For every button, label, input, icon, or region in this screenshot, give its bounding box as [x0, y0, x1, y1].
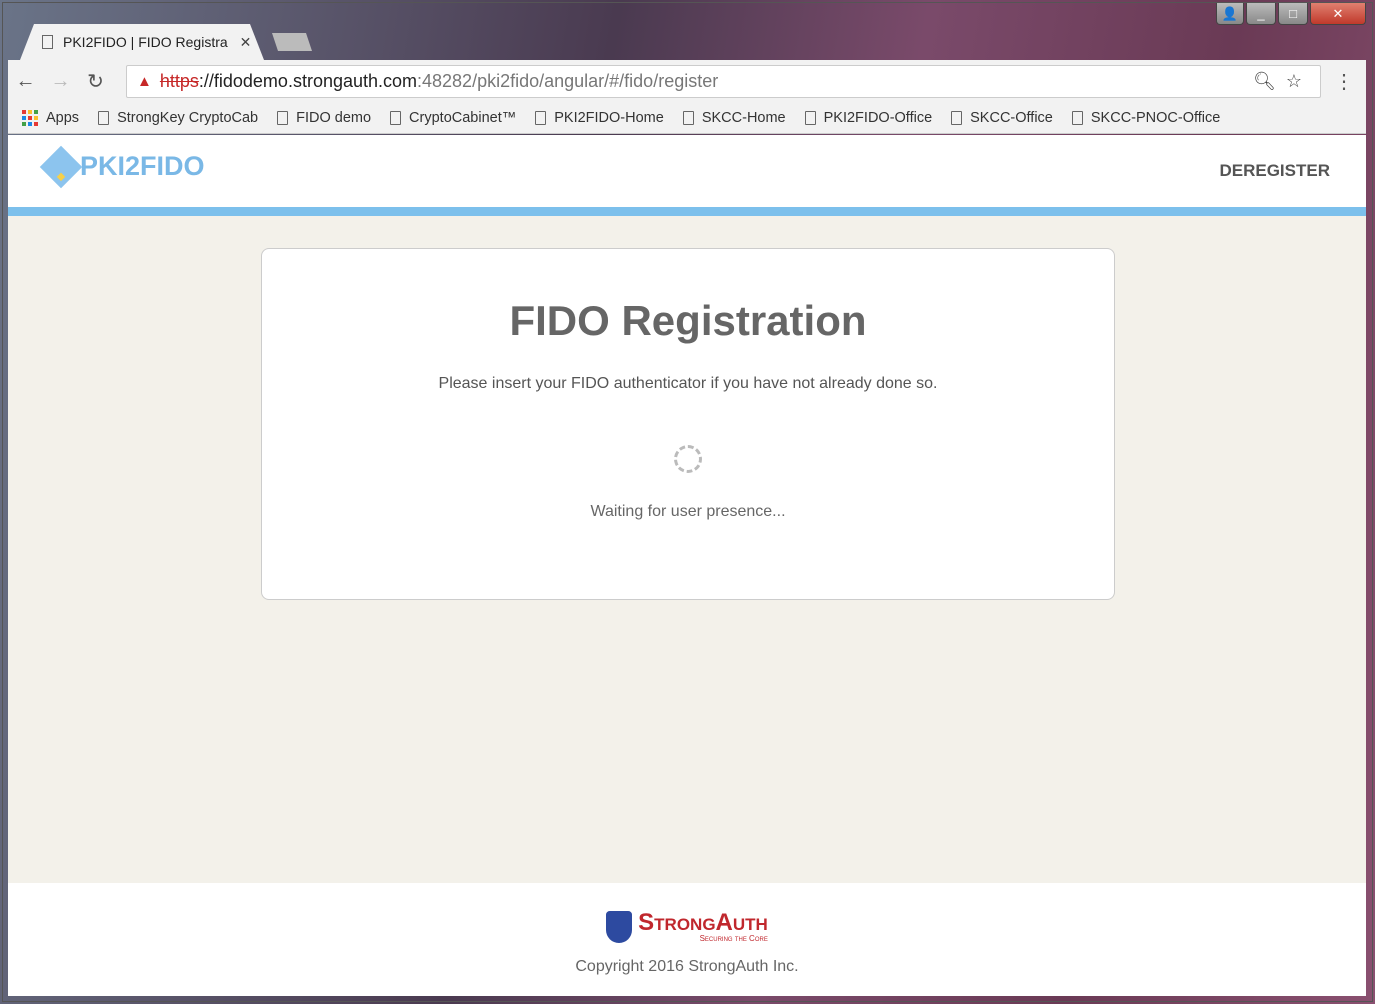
page-icon — [98, 110, 110, 125]
warning-icon: ▲ — [137, 73, 152, 90]
star-icon[interactable]: ☆ — [1286, 71, 1312, 91]
bookmark-item[interactable]: CryptoCabinet™ — [390, 110, 516, 126]
zoom-icon[interactable]: 🔍︎ — [1253, 71, 1286, 91]
chip-icon — [39, 145, 83, 188]
minimize-button[interactable]: _ — [1246, 3, 1276, 25]
window-controls: 👤 _ □ ✕ — [1216, 3, 1366, 25]
strongauth-logo: StrongAuth Securing the Core — [606, 911, 768, 943]
page-title: FIDO Registration — [509, 297, 867, 344]
deregister-link[interactable]: DEREGISTER — [1219, 161, 1330, 181]
logo-text: StrongAuth — [638, 909, 768, 936]
bookmark-item[interactable]: PKI2FIDO-Office — [804, 109, 933, 126]
tab-title: PKI2FIDO | FIDO Registra — [63, 34, 228, 50]
accent-bar — [8, 207, 1366, 216]
maximize-button[interactable]: □ — [1278, 3, 1308, 25]
user-icon[interactable]: 👤 — [1216, 3, 1244, 25]
logo-text: PKI2FIDO — [80, 151, 205, 181]
page-icon — [804, 110, 816, 125]
forward-button[interactable]: → — [43, 70, 78, 93]
pki2fido-logo[interactable]: PKI2FIDO — [39, 145, 205, 188]
url-host: ://fidodemo.strongauth.com — [198, 71, 418, 91]
bookmark-label: SKCC-Office — [970, 109, 1053, 126]
web-page: PKI2FIDO DEREGISTER FIDO Registration Pl… — [8, 135, 1366, 996]
page-icon — [535, 110, 547, 125]
url-scheme: https — [159, 71, 199, 91]
bookmark-label: PKI2FIDO-Office — [823, 109, 933, 126]
page-icon — [277, 110, 289, 125]
status-text: Waiting for user presence... — [590, 503, 786, 520]
instruction-text: Please insert your FIDO authenticator if… — [438, 375, 938, 392]
reload-button[interactable]: ↻ — [78, 69, 113, 94]
logo-tagline: Securing the Core — [699, 934, 768, 943]
page-icon — [390, 110, 402, 125]
bookmark-item[interactable]: SKCC-Home — [682, 109, 786, 126]
loading-spinner-icon — [674, 445, 702, 473]
page-icon — [42, 35, 53, 49]
bookmark-label: CryptoCabinet™ — [409, 109, 517, 126]
registration-card: FIDO Registration Please insert your FID… — [261, 248, 1115, 600]
site-footer: StrongAuth Securing the Core Copyright 20… — [8, 883, 1366, 996]
menu-icon[interactable]: ⋮ — [1334, 69, 1354, 94]
close-window-button[interactable]: ✕ — [1310, 3, 1366, 25]
bookmark-item[interactable]: SKCC-Office — [951, 110, 1053, 126]
apps-icon — [22, 109, 38, 126]
bookmark-apps[interactable]: Apps — [22, 109, 80, 126]
browser-toolbar: ← → ↻ ▲ https://fidodemo.strongauth.com:… — [8, 60, 1366, 102]
url-path: :48282/pki2fido/angular/#/fido/register — [417, 71, 719, 91]
bookmarks-bar: Apps StrongKey CryptoCab FIDO demo Crypt… — [8, 102, 1366, 134]
bookmark-item[interactable]: FIDO demo — [277, 110, 371, 126]
page-icon — [1071, 110, 1083, 125]
page-icon — [682, 110, 694, 125]
bookmark-label: SKCC-PNOC-Office — [1090, 109, 1221, 126]
shield-key-icon — [606, 911, 633, 943]
bookmark-label: PKI2FIDO-Home — [554, 109, 664, 126]
bookmark-label: StrongKey CryptoCab — [117, 109, 259, 126]
back-button[interactable]: ← — [8, 70, 43, 93]
bookmark-label: SKCC-Home — [701, 109, 786, 126]
copyright-text: Copyright 2016 StrongAuth Inc. — [575, 958, 799, 975]
new-tab-button[interactable] — [272, 33, 312, 51]
address-bar[interactable]: ▲ https://fidodemo.strongauth.com:48282/… — [126, 65, 1321, 98]
bookmark-item[interactable]: PKI2FIDO-Home — [535, 110, 664, 126]
close-tab-icon[interactable]: ✕ — [240, 34, 252, 51]
page-icon — [951, 110, 963, 125]
bookmark-item[interactable]: StrongKey CryptoCab — [98, 110, 258, 126]
browser-tab[interactable]: PKI2FIDO | FIDO Registra ✕ — [20, 24, 264, 60]
bookmark-item[interactable]: SKCC-PNOC-Office — [1071, 109, 1221, 126]
bookmark-label: FIDO demo — [296, 109, 372, 126]
site-header: PKI2FIDO DEREGISTER — [8, 135, 1366, 207]
bookmark-label: Apps — [46, 109, 80, 126]
